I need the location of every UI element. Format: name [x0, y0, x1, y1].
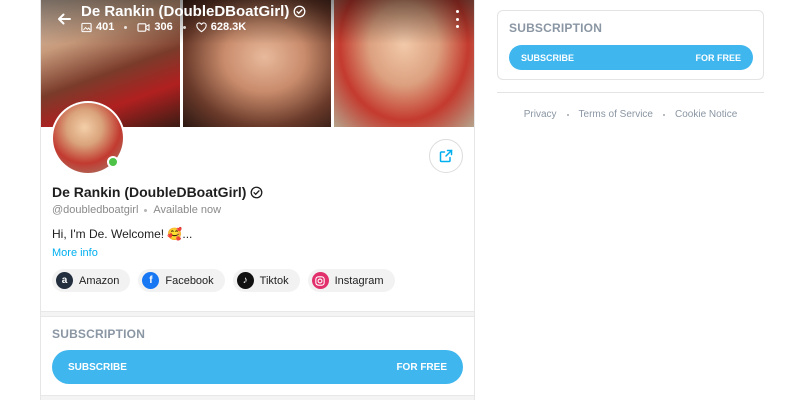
header-name-text: De Rankin (DoubleDBoatGirl) [81, 3, 290, 20]
profile-handle-row: @doubledboatgirl Available now [52, 204, 221, 216]
terms-link[interactable]: Terms of Service [579, 109, 653, 120]
stat-videos-count: 306 [154, 21, 173, 33]
profile-handle[interactable]: @doubledboatgirl [52, 204, 138, 216]
subscribe-button[interactable]: SUBSCRIBE FOR FREE [52, 350, 463, 384]
facebook-icon: f [142, 272, 160, 289]
privacy-link[interactable]: Privacy [524, 109, 557, 120]
sidebar-subscribe-button[interactable]: SUBSCRIBE FOR FREE [509, 45, 753, 70]
video-icon [137, 22, 150, 32]
profile-stats: 401 306 628.3K [81, 21, 246, 33]
heart-icon [196, 21, 207, 32]
profile-name: De Rankin (DoubleDBoatGirl) [52, 184, 263, 200]
social-link-label: Amazon [79, 274, 120, 287]
footer-links: Privacy Terms of Service Cookie Notice [497, 109, 764, 120]
share-button[interactable] [429, 139, 463, 173]
separator-dot [144, 208, 148, 212]
social-link-facebook[interactable]: f Facebook [138, 269, 225, 292]
profile-column: De Rankin (DoubleDBoatGirl) 401 306 628.… [40, 0, 475, 400]
tiktok-icon: ♪ [236, 272, 254, 289]
stat-photos: 401 [81, 21, 114, 33]
social-link-instagram[interactable]: Instagram [307, 269, 395, 292]
subscribe-price-label: FOR FREE [396, 361, 447, 373]
verified-icon [251, 186, 263, 198]
footer-separator [566, 113, 569, 116]
share-icon [439, 149, 453, 163]
instagram-icon [311, 272, 329, 289]
back-button[interactable] [53, 8, 75, 30]
section-divider [41, 311, 474, 317]
social-link-label: Facebook [165, 274, 214, 287]
header-display-name: De Rankin (DoubleDBoatGirl) [81, 3, 306, 20]
arrow-left-icon [58, 13, 71, 25]
social-link-tiktok[interactable]: ♪ Tiktok [232, 269, 300, 292]
sidebar-divider [497, 92, 764, 93]
profile-name-text: De Rankin (DoubleDBoatGirl) [52, 184, 247, 200]
sidebar-subscribe-price: FOR FREE [695, 52, 741, 63]
more-options-button[interactable] [452, 10, 462, 28]
social-links: a Amazon f Facebook ♪ Tiktok Instagram [52, 269, 395, 292]
sidebar-subscribe-label: SUBSCRIBE [521, 52, 575, 63]
stat-likes: 628.3K [196, 21, 246, 33]
more-info-link[interactable]: More info [52, 247, 98, 259]
stat-separator [182, 25, 186, 29]
social-link-label: Tiktok [259, 274, 289, 287]
image-icon [81, 22, 92, 32]
profile-top-bar: De Rankin (DoubleDBoatGirl) 401 306 628.… [41, 0, 474, 44]
page: De Rankin (DoubleDBoatGirl) 401 306 628.… [0, 0, 800, 400]
stat-likes-count: 628.3K [210, 21, 247, 33]
footer-separator [663, 113, 665, 116]
subscribe-button-label: SUBSCRIBE [68, 361, 127, 373]
more-dot [455, 25, 459, 28]
social-link-amazon[interactable]: a Amazon [52, 269, 131, 292]
stat-photos-count: 401 [96, 21, 115, 33]
availability-status: Available now [153, 204, 222, 216]
more-dot [455, 17, 459, 21]
subscription-title: SUBSCRIPTION [52, 327, 146, 341]
more-dot [455, 10, 459, 13]
online-status-dot [107, 156, 119, 168]
cookie-notice-link[interactable]: Cookie Notice [675, 109, 737, 120]
stat-separator [124, 25, 128, 29]
social-link-label: Instagram [334, 274, 384, 287]
profile-bio: Hi, I'm De. Welcome! 🥰... [52, 227, 193, 241]
amazon-icon: a [56, 272, 73, 289]
verified-icon [293, 5, 306, 18]
sidebar-subscription-card: SUBSCRIPTION SUBSCRIBE FOR FREE [497, 10, 764, 80]
section-divider [41, 395, 474, 400]
stat-videos: 306 [137, 21, 173, 33]
sidebar-subscription-title: SUBSCRIPTION [509, 21, 603, 35]
